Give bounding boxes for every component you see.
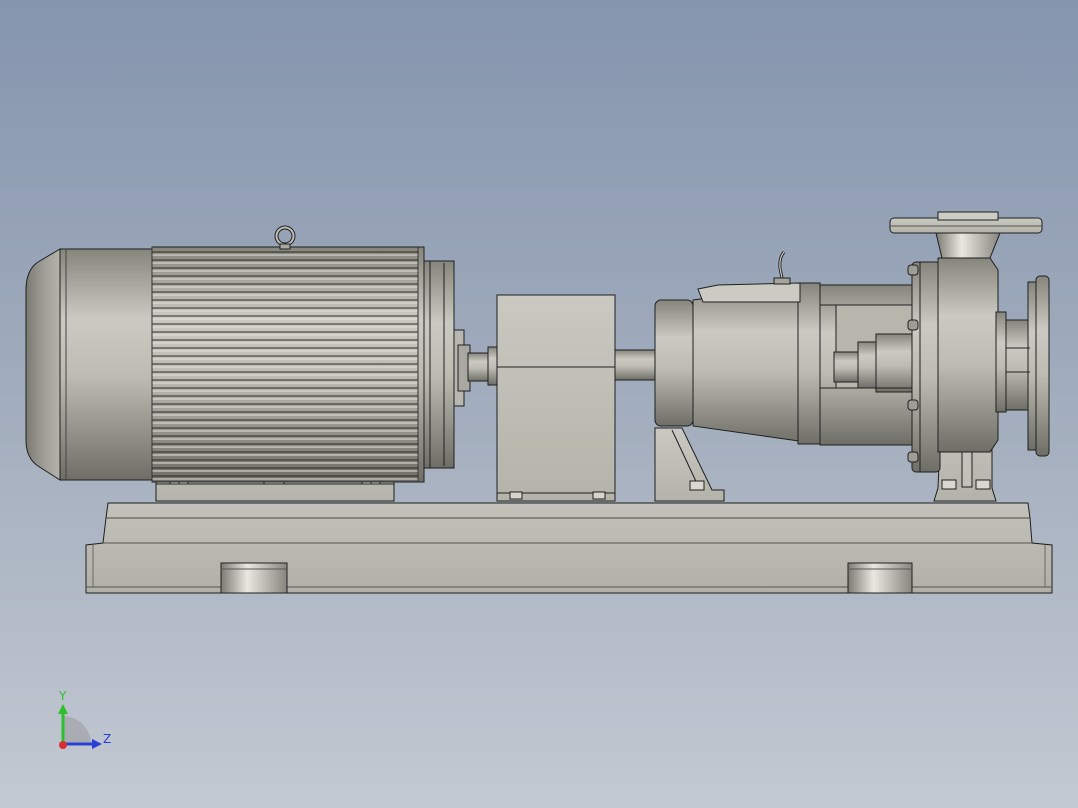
- discharge-flange[interactable]: [889, 211, 1043, 234]
- electric-motor[interactable]: [25, 225, 471, 502]
- bolt-head: [907, 319, 919, 331]
- bolt-head: [907, 264, 919, 276]
- bearing-bracket[interactable]: [654, 251, 915, 502]
- bolt-head: [907, 451, 919, 463]
- bolt-head: [907, 399, 919, 411]
- base-frame[interactable]: [85, 502, 1053, 594]
- triad-z-label: Z: [103, 732, 112, 746]
- motor-lifting-eye: [274, 225, 296, 250]
- bracket-lifting-hook: [773, 251, 791, 285]
- coupling-guard[interactable]: [496, 294, 616, 502]
- volute-casing[interactable]: [907, 232, 1050, 502]
- base-mounting-pocket-left: [220, 562, 288, 594]
- graphics-viewport[interactable]: Y Z: [0, 0, 1078, 808]
- pump-assembly-model[interactable]: [0, 0, 1078, 808]
- triad-y-label: Y: [59, 689, 67, 703]
- base-mounting-pocket-right: [847, 562, 913, 594]
